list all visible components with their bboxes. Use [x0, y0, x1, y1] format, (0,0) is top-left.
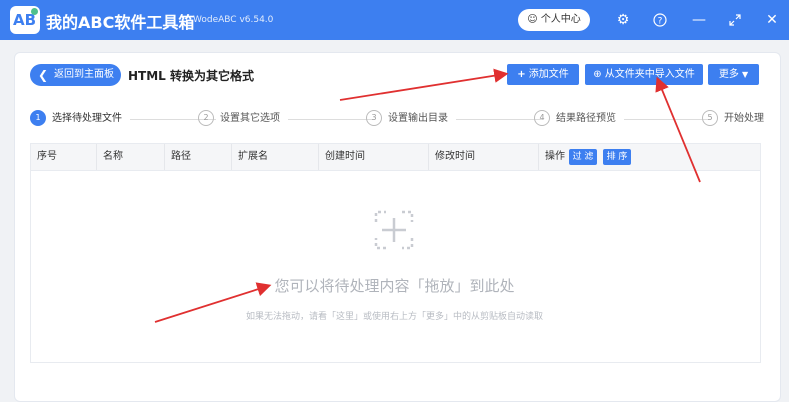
step-3[interactable]: 3 设置输出目录: [366, 110, 448, 128]
table-header: 序号 名称 路径 扩展名 创建时间 修改时间 操作 过 滤 排 序: [31, 144, 760, 171]
empty-state-hint: 如果无法拖动，请看「这里」或使用右上方「更多」中的从剪贴板自动读取: [245, 312, 543, 322]
more-button[interactable]: 更多 ▼: [708, 64, 759, 85]
circle-plus-icon: ⊕: [593, 69, 602, 80]
col-name: 名称: [96, 144, 163, 170]
step-1[interactable]: 1 选择待处理文件: [30, 110, 122, 128]
step-2[interactable]: 2 设置其它选项: [198, 110, 280, 128]
more-label: 更多: [718, 69, 739, 80]
app-logo: AB: [10, 6, 40, 34]
maximize-icon[interactable]: [725, 10, 745, 30]
step-indicator: 1 选择待处理文件 2 设置其它选项 3 设置输出目录 4 结果路径预览 5 开始处理: [30, 110, 764, 130]
empty-state-title: 您可以将待处理内容「拖放」到此处: [274, 277, 515, 295]
chevron-left-icon: ❮: [38, 68, 49, 82]
drop-area-icon: [374, 210, 414, 250]
step-5[interactable]: 5 开始处理: [702, 110, 764, 128]
add-file-label: 添加文件: [528, 69, 569, 80]
page-title: HTML 转换为其它格式: [128, 69, 254, 83]
gear-icon[interactable]: ⚙: [613, 10, 633, 30]
col-modified: 修改时间: [428, 144, 535, 170]
col-created: 创建时间: [318, 144, 425, 170]
step-4[interactable]: 4 结果路径预览: [534, 110, 616, 128]
plus-icon: +: [517, 69, 526, 80]
minimize-icon[interactable]: —: [689, 10, 709, 30]
app-version: WodeABC v6.54.0: [193, 15, 274, 25]
question-icon[interactable]: ?: [650, 10, 670, 30]
sort-button[interactable]: 排 序: [603, 149, 631, 165]
add-file-button[interactable]: + 添加文件: [507, 64, 579, 85]
user-center-label: 个人中心: [540, 14, 581, 25]
title-bar: AB 我的ABC软件工具箱 WodeABC v6.54.0 ☺ 个人中心 ⚙ ?…: [0, 0, 789, 40]
user-center-button[interactable]: ☺ 个人中心: [518, 9, 590, 31]
col-index: 序号: [37, 151, 57, 162]
close-icon[interactable]: ✕: [762, 10, 782, 30]
app-title: 我的ABC软件工具箱: [46, 13, 195, 32]
import-from-folder-label: 从文件夹中导入文件: [604, 69, 695, 80]
back-label: 返回到主面板: [54, 69, 114, 80]
svg-text:?: ?: [658, 17, 663, 27]
col-path: 路径: [164, 144, 231, 170]
chevron-down-icon: ▼: [742, 70, 749, 79]
import-from-folder-button[interactable]: ⊕ 从文件夹中导入文件: [585, 64, 703, 85]
filter-button[interactable]: 过 滤: [569, 149, 597, 165]
back-to-main-button[interactable]: ❮ 返回到主面板: [30, 64, 121, 86]
user-icon: ☺: [527, 14, 538, 25]
file-table: 序号 名称 路径 扩展名 创建时间 修改时间 操作 过 滤 排 序: [30, 143, 761, 363]
col-extension: 扩展名: [231, 144, 318, 170]
